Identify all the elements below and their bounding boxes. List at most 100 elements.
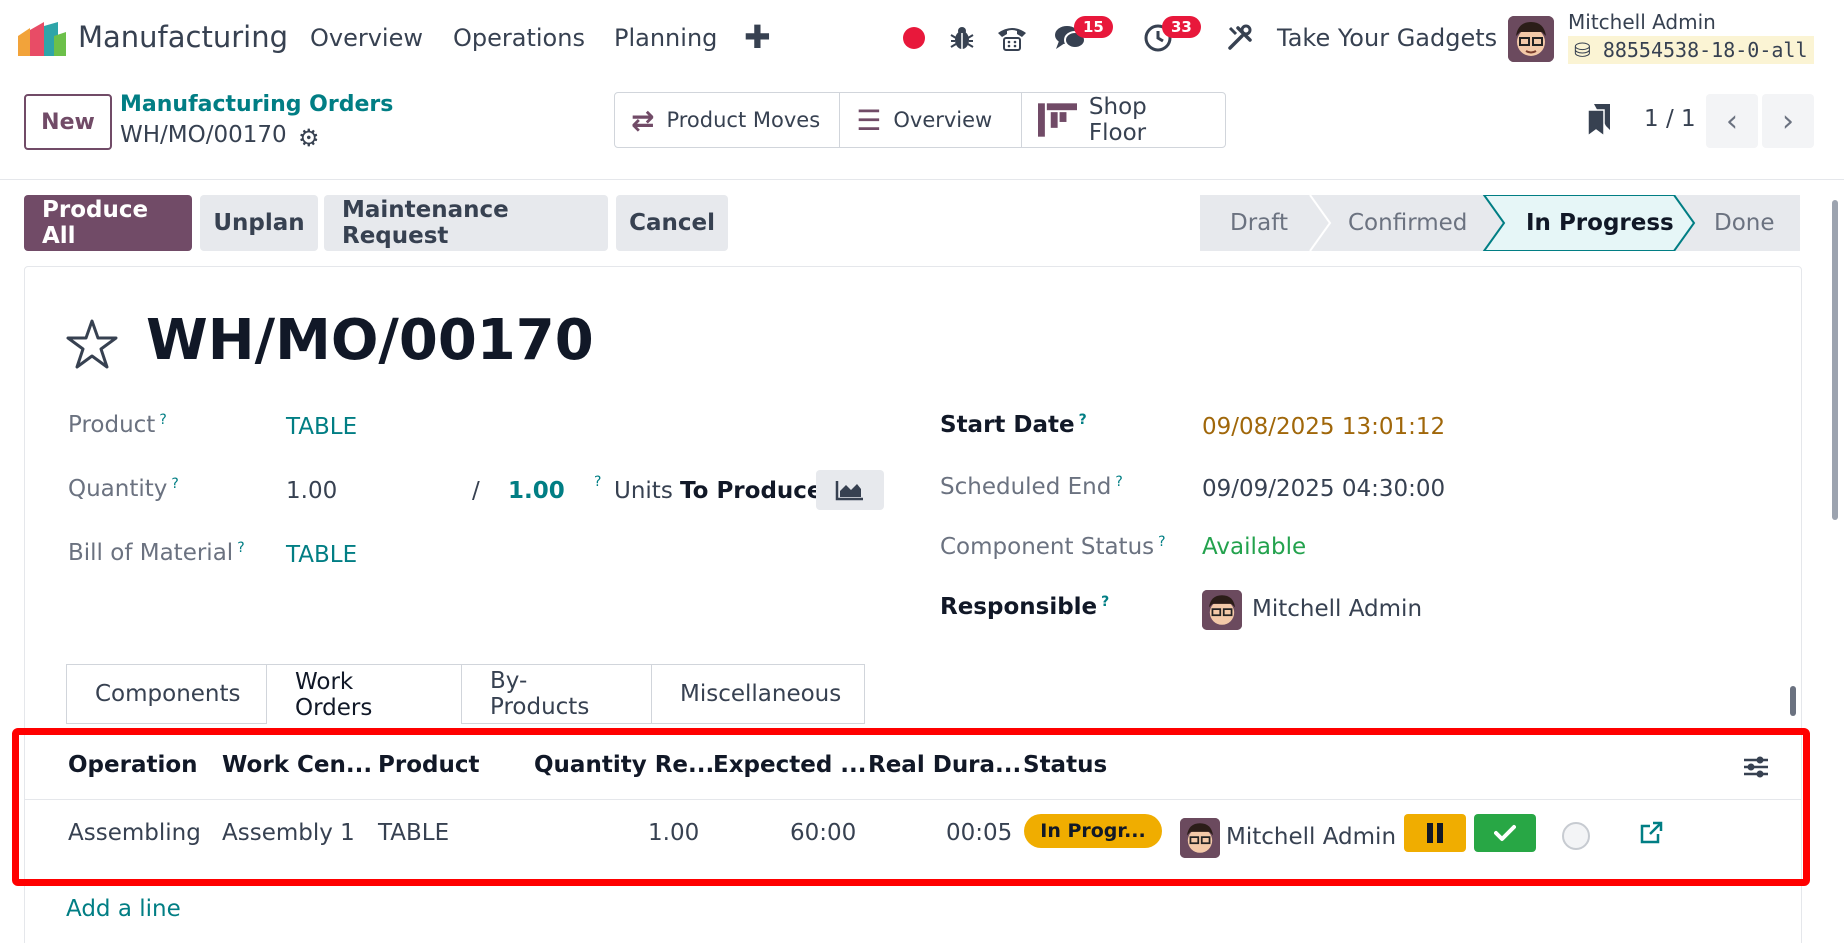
status-bar-shape	[1200, 195, 1800, 251]
quantity-target-help: ?	[594, 474, 602, 490]
shop-floor-label: Shop Floor	[1088, 94, 1147, 146]
pager-previous-icon[interactable]: ‹	[1706, 94, 1758, 148]
work-orders-table: Operation Work Cen... Product Quantity R…	[24, 734, 1802, 872]
scheduled-end-label: Scheduled End?	[940, 474, 1123, 500]
menu-planning[interactable]: Planning	[614, 24, 717, 52]
cell-work-center[interactable]: Assembly 1	[222, 820, 355, 846]
column-operation[interactable]: Operation	[68, 752, 198, 778]
responsible-label: Responsible?	[940, 594, 1110, 620]
component-status-label: Component Status?	[940, 534, 1166, 560]
product-label: Product?	[68, 412, 167, 438]
shop-floor-button[interactable]: Shop Floor	[1022, 93, 1225, 147]
column-expected-duration[interactable]: Expected ...	[713, 752, 867, 778]
record-title: WH/MO/00170	[146, 308, 594, 373]
manufacturing-app-icon[interactable]	[18, 22, 66, 56]
inner-scrollbar[interactable]	[1788, 680, 1798, 724]
responsible-avatar	[1202, 590, 1242, 630]
menu-operations[interactable]: Operations	[453, 24, 585, 52]
quantity-target[interactable]: 1.00	[508, 478, 565, 504]
cell-worker: Mitchell Admin	[1226, 824, 1397, 850]
bars-icon: ☰	[856, 103, 882, 137]
row-selector-circle[interactable]	[1562, 822, 1590, 850]
column-quantity[interactable]: Quantity Re...	[534, 752, 714, 778]
page-scrollbar[interactable]	[1830, 186, 1840, 926]
recording-icon[interactable]	[896, 20, 932, 56]
quantity-field[interactable]: 1.00	[286, 478, 337, 504]
exchange-icon: ⇄	[631, 103, 655, 137]
component-status-field: Available	[1202, 534, 1307, 560]
database-icon: ⛁	[1574, 38, 1603, 62]
step-in-progress[interactable]: In Progress	[1526, 195, 1674, 251]
tools-icon[interactable]	[1222, 20, 1258, 56]
start-date-field[interactable]: 09/08/2025 13:01:12	[1202, 414, 1445, 440]
cell-operation[interactable]: Assembling	[68, 820, 201, 846]
new-button[interactable]: New	[24, 94, 112, 150]
cancel-button[interactable]: Cancel	[616, 195, 728, 251]
cell-quantity[interactable]: 1.00	[648, 820, 699, 846]
tab-components[interactable]: Components	[66, 664, 267, 724]
control-panel: New Manufacturing Orders WH/MO/00170 ⚙ ⇄…	[0, 76, 1844, 180]
column-status[interactable]: Status	[1023, 752, 1107, 778]
user-name[interactable]: Mitchell Admin	[1568, 10, 1716, 34]
discuss-count-badge: 15	[1074, 16, 1113, 38]
column-work-center[interactable]: Work Cen...	[222, 752, 372, 778]
cell-product[interactable]: TABLE	[378, 820, 449, 846]
activity-clock-icon[interactable]: 33	[1140, 16, 1201, 56]
step-confirmed[interactable]: Confirmed	[1348, 195, 1467, 251]
menu-overview[interactable]: Overview	[310, 24, 423, 52]
quantity-separator: /	[472, 478, 480, 504]
product-moves-button[interactable]: ⇄ Product Moves	[615, 93, 841, 147]
overview-button[interactable]: ☰ Overview	[840, 93, 1022, 147]
optional-columns-icon[interactable]	[1742, 754, 1770, 784]
step-done[interactable]: Done	[1714, 195, 1775, 251]
product-field[interactable]: TABLE	[286, 414, 357, 440]
pager-value[interactable]: 1 / 1	[1644, 106, 1696, 132]
column-product[interactable]: Product	[378, 752, 479, 778]
gear-icon[interactable]: ⚙	[298, 124, 320, 152]
chat-icon[interactable]: 15	[1052, 16, 1113, 56]
column-real-duration[interactable]: Real Dura...	[868, 752, 1021, 778]
breadcrumb-parent[interactable]: Manufacturing Orders	[120, 92, 393, 117]
bom-field[interactable]: TABLE	[286, 542, 357, 568]
overview-label: Overview	[893, 108, 993, 132]
pause-icon[interactable]	[1404, 814, 1466, 852]
user-avatar[interactable]	[1508, 16, 1554, 62]
quantity-label: Quantity?	[68, 476, 179, 502]
phone-icon[interactable]	[994, 20, 1030, 56]
units-label: Units	[614, 478, 673, 504]
plus-icon[interactable]: ✚	[744, 18, 771, 56]
to-produce-label: To Produce	[680, 478, 823, 504]
status-badge: In Progr...	[1024, 814, 1162, 848]
company-switcher[interactable]: Take Your Gadgets	[1277, 24, 1497, 52]
tab-miscellaneous[interactable]: Miscellaneous	[651, 664, 865, 724]
star-icon[interactable]	[66, 318, 118, 370]
tab-by-products[interactable]: By-Products	[461, 664, 652, 724]
maintenance-request-button[interactable]: Maintenance Request	[324, 195, 608, 251]
check-icon[interactable]	[1474, 814, 1536, 852]
tab-work-orders[interactable]: Work Orders	[266, 664, 462, 724]
database-chip: ⛁ 88554538-18-0-all	[1568, 36, 1814, 64]
pager-next-icon[interactable]: ›	[1762, 94, 1814, 148]
cell-expected-duration[interactable]: 60:00	[790, 820, 856, 846]
top-navbar: Manufacturing Overview Operations Planni…	[0, 0, 1844, 76]
responsible-field[interactable]: Mitchell Admin	[1252, 596, 1422, 622]
scheduled-end-field[interactable]: 09/09/2025 04:30:00	[1202, 476, 1445, 502]
add-line-link[interactable]: Add a line	[66, 896, 181, 922]
product-moves-label: Product Moves	[666, 108, 821, 132]
worker-avatar	[1180, 818, 1220, 858]
smart-buttons: ⇄ Product Moves ☰ Overview Shop Floor	[614, 92, 1226, 148]
area-chart-icon[interactable]	[816, 470, 884, 510]
cell-real-duration[interactable]: 00:05	[946, 820, 1012, 846]
notebook-tabs: Components Work Orders By-Products Misce…	[66, 664, 865, 724]
external-link-icon[interactable]	[1638, 820, 1664, 850]
app-name[interactable]: Manufacturing	[78, 20, 288, 54]
bug-icon[interactable]	[944, 20, 980, 56]
status-bar: Draft Confirmed In Progress Done	[1200, 195, 1800, 251]
start-date-label: Start Date?	[940, 412, 1087, 438]
activity-count-badge: 33	[1162, 16, 1201, 38]
bookmark-icon[interactable]	[1588, 104, 1610, 136]
unplan-button[interactable]: Unplan	[200, 195, 318, 251]
produce-all-button[interactable]: Produce All	[24, 195, 192, 251]
step-draft[interactable]: Draft	[1230, 195, 1288, 251]
database-name: 88554538-18-0-all	[1602, 38, 1808, 62]
